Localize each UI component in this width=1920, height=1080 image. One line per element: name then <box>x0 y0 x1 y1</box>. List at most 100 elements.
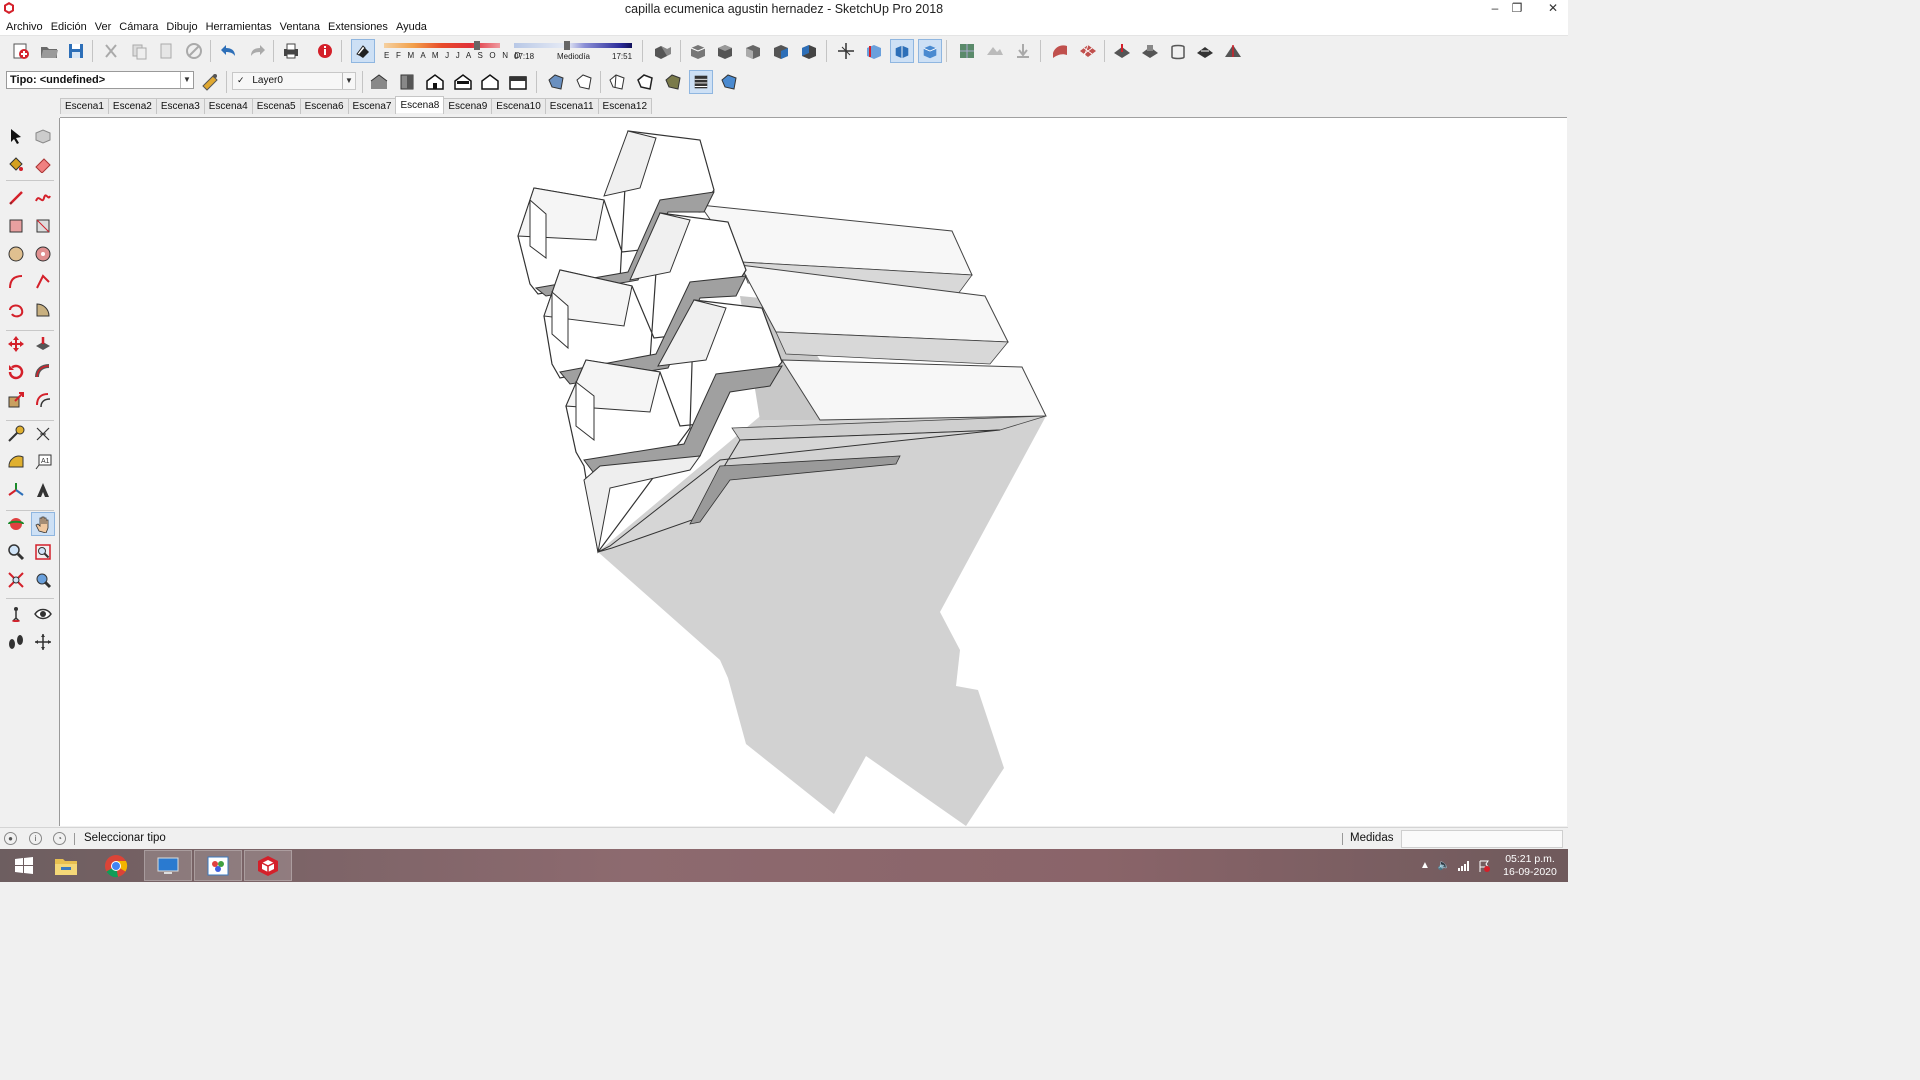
text-label-icon[interactable]: A1 <box>31 450 55 474</box>
zoom-extents-icon[interactable] <box>4 568 28 592</box>
print-icon[interactable] <box>279 39 303 63</box>
right-view-icon[interactable] <box>769 39 793 63</box>
previous-view-icon[interactable] <box>31 568 55 592</box>
position-camera-icon[interactable] <box>4 602 28 626</box>
chevron-down-icon[interactable]: ▼ <box>180 72 193 88</box>
3d-text-icon[interactable] <box>31 478 55 502</box>
walk-icon[interactable] <box>4 630 28 654</box>
tray-expand-icon[interactable]: ▲ <box>1418 849 1432 882</box>
eraser-icon[interactable] <box>31 152 55 176</box>
paste-icon[interactable] <box>154 39 178 63</box>
model-viewport[interactable] <box>60 117 1567 826</box>
credits-icon[interactable]: i <box>29 832 42 845</box>
this-pc-icon[interactable] <box>144 850 192 881</box>
menu-camara[interactable]: Cámara <box>115 21 162 33</box>
three-point-arc-icon[interactable] <box>4 298 28 322</box>
xray-house-icon[interactable] <box>367 70 391 94</box>
tab-escena3[interactable]: Escena3 <box>155 98 205 114</box>
push-pull-icon[interactable] <box>31 332 55 356</box>
menu-herramientas[interactable]: Herramientas <box>202 21 276 33</box>
tab-escena4[interactable]: Escena4 <box>203 98 253 114</box>
tab-escena5[interactable]: Escena5 <box>251 98 301 114</box>
add-detail-icon[interactable] <box>1193 39 1217 63</box>
top-view-icon[interactable] <box>713 39 737 63</box>
menu-ayuda[interactable]: Ayuda <box>392 21 431 33</box>
geo-location-icon[interactable]: ● <box>4 832 17 845</box>
scale-icon[interactable] <box>4 388 28 412</box>
dimension-icon[interactable] <box>31 422 55 446</box>
shadow-time-knob[interactable] <box>564 41 570 50</box>
cut-icon[interactable] <box>99 39 123 63</box>
pie-icon[interactable] <box>31 298 55 322</box>
measurements-input[interactable] <box>1401 830 1563 848</box>
tab-escena2[interactable]: Escena2 <box>107 98 157 114</box>
line-tool-icon[interactable] <box>4 186 28 210</box>
photo-textures-icon[interactable] <box>1011 39 1035 63</box>
notification-flag-icon[interactable] <box>1476 849 1492 882</box>
layer-dropdown[interactable]: ✓ Layer0 ▼ <box>232 72 356 90</box>
menu-extensiones[interactable]: Extensiones <box>324 21 392 33</box>
classifier-icon[interactable] <box>198 69 222 93</box>
xray-face-icon[interactable] <box>544 70 568 94</box>
save-icon[interactable] <box>64 39 88 63</box>
orbit-icon[interactable] <box>4 512 28 536</box>
tab-escena10[interactable]: Escena10 <box>491 98 546 114</box>
erase-selection-icon[interactable] <box>182 39 206 63</box>
shaded-face-icon[interactable] <box>633 70 657 94</box>
offset-icon[interactable] <box>31 388 55 412</box>
section-fill-icon[interactable] <box>918 39 942 63</box>
add-location-icon[interactable] <box>955 39 979 63</box>
taskbar-clock[interactable]: 05:21 p.m. 16-09-2020 <box>1500 853 1560 879</box>
protractor-icon[interactable] <box>4 450 28 474</box>
menu-ventana[interactable]: Ventana <box>276 21 324 33</box>
tab-escena1[interactable]: Escena1 <box>60 98 109 114</box>
new-file-icon[interactable] <box>9 39 33 63</box>
move-icon[interactable] <box>4 332 28 356</box>
shadow-toggle-icon[interactable] <box>351 39 375 63</box>
section-plane-icon[interactable] <box>834 39 858 63</box>
user-account-icon[interactable]: ◔ <box>53 832 66 845</box>
shadow-time-slider[interactable]: 07:18 Mediodía 17:51 <box>512 41 634 61</box>
rectangle-icon[interactable] <box>4 214 28 238</box>
type-selector-dropdown[interactable]: Tipo: <undefined> ▼ <box>6 71 194 89</box>
zoom-icon[interactable] <box>4 540 28 564</box>
stamp-icon[interactable] <box>1138 39 1162 63</box>
hidden-line-icon[interactable] <box>451 70 475 94</box>
windows-start-icon[interactable] <box>0 850 48 881</box>
menu-dibujo[interactable]: Dibujo <box>162 21 201 33</box>
section-plane-tool-icon[interactable] <box>31 630 55 654</box>
wireframe-house-icon[interactable] <box>423 70 447 94</box>
front-view-icon[interactable] <box>741 39 765 63</box>
undo-icon[interactable] <box>217 39 241 63</box>
file-explorer-icon[interactable] <box>42 850 90 881</box>
textured-house-icon[interactable] <box>506 70 530 94</box>
smoove-icon[interactable] <box>1110 39 1134 63</box>
shaded-texture-face-icon[interactable] <box>661 70 685 94</box>
tab-escena12[interactable]: Escena12 <box>597 98 653 114</box>
menu-ver[interactable]: Ver <box>91 21 116 33</box>
shaded-house-icon[interactable] <box>478 70 502 94</box>
pan-hand-icon[interactable] <box>31 512 55 536</box>
model-info-icon[interactable] <box>313 39 337 63</box>
chevron-down-icon[interactable]: ▼ <box>342 73 355 89</box>
volume-icon[interactable]: 🔈 <box>1436 849 1452 882</box>
tab-escena9[interactable]: Escena9 <box>443 98 493 114</box>
two-point-arc-icon[interactable] <box>31 270 55 294</box>
back-edges-icon[interactable] <box>395 70 419 94</box>
tab-escena7[interactable]: Escena7 <box>347 98 397 114</box>
sandbox-scratch-icon[interactable] <box>1076 39 1100 63</box>
tab-escena11[interactable]: Escena11 <box>544 98 599 114</box>
redo-icon[interactable] <box>245 39 269 63</box>
iso-view-icon[interactable] <box>686 39 710 63</box>
shadow-date-knob[interactable] <box>474 41 480 50</box>
menu-edicion[interactable]: Edición <box>47 21 91 33</box>
rotated-rectangle-icon[interactable] <box>31 214 55 238</box>
open-folder-icon[interactable] <box>37 39 61 63</box>
network-icon[interactable] <box>1456 849 1472 882</box>
minimize-button[interactable]: – <box>1484 0 1506 18</box>
display-section-icon[interactable] <box>862 39 886 63</box>
make-component-icon[interactable] <box>31 124 55 148</box>
sketchup-taskbar-icon[interactable] <box>244 850 292 881</box>
section-cuts-icon[interactable] <box>890 39 914 63</box>
hidden-line-face-icon[interactable] <box>605 70 629 94</box>
